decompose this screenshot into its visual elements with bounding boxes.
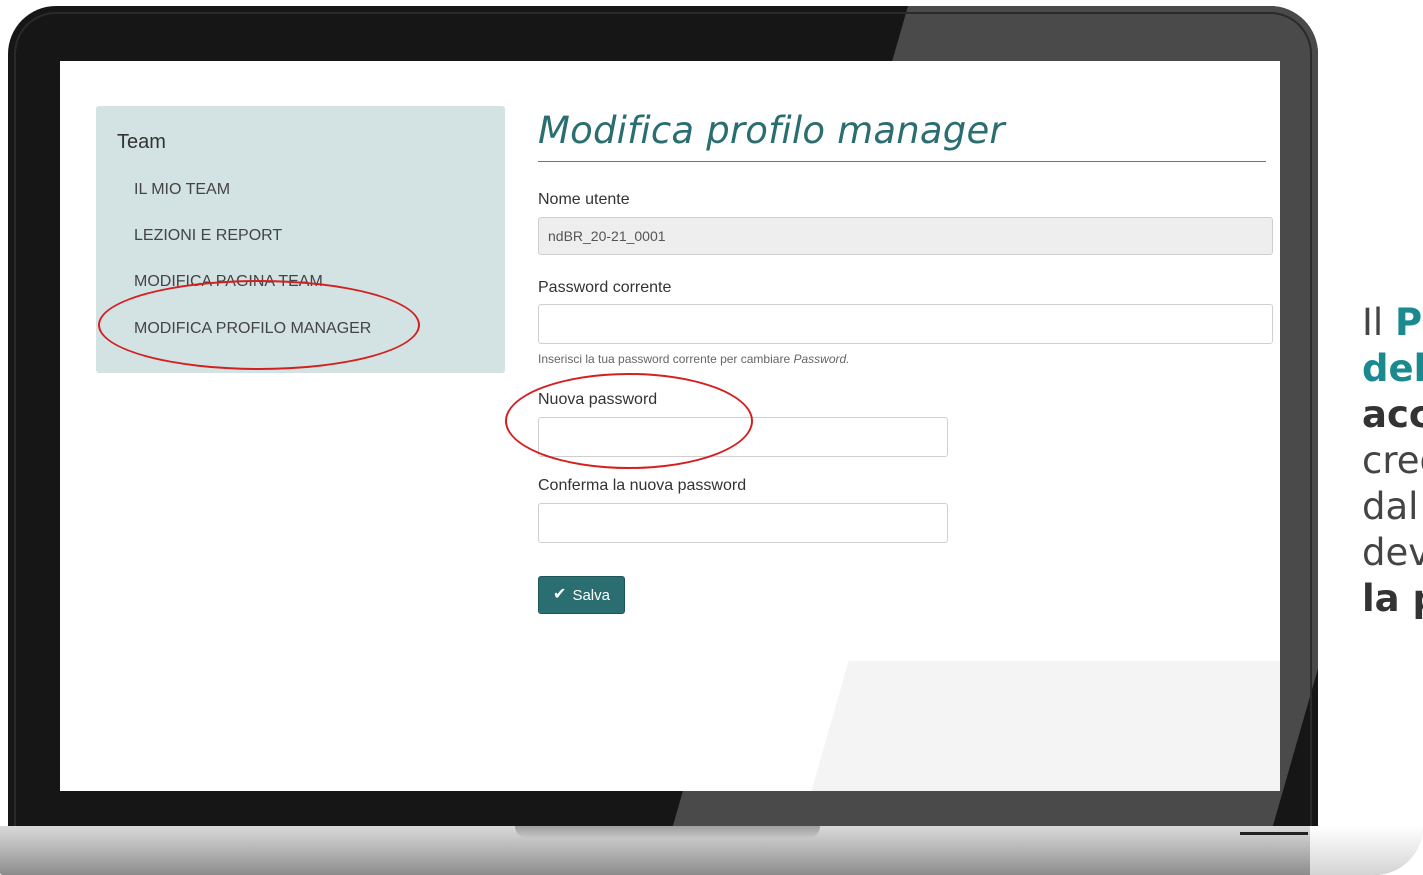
help-text: Inserisci la tua password corrente per c… — [538, 352, 791, 366]
caption-line-2: del — [1362, 347, 1423, 390]
laptop-base-corner — [1310, 826, 1423, 875]
sidebar-item-il-mio-team[interactable]: IL MIO TEAM — [134, 181, 230, 199]
laptop-base-notch — [515, 826, 820, 838]
sidebar-item-lezioni-e-report[interactable]: LEZIONI E REPORT — [134, 227, 282, 245]
username-label: Nome utente — [538, 191, 630, 208]
annotation-ellipse-new-password — [505, 373, 753, 469]
caption-line-1: Il Pr — [1362, 300, 1423, 346]
caption-line-4: cred — [1362, 439, 1423, 482]
sidebar-title: Team — [117, 131, 166, 153]
caption-line-7: la p — [1362, 577, 1423, 620]
caption-line-1-b: Pr — [1394, 301, 1423, 344]
current-password-help: Inserisci la tua password corrente per c… — [538, 352, 850, 366]
caption-line-6: dev — [1362, 531, 1423, 574]
current-password-field[interactable] — [538, 304, 1273, 344]
annotation-ellipse-sidebar — [98, 280, 420, 370]
save-button[interactable]: ✔ Salva — [538, 576, 625, 614]
check-icon: ✔ — [553, 586, 567, 603]
title-divider — [538, 161, 1266, 162]
caption-line-5: dal — [1362, 485, 1419, 528]
confirm-password-label: Conferma la nuova password — [538, 477, 747, 494]
save-button-label: Salva — [572, 586, 610, 604]
screen: Team IL MIO TEAM LEZIONI E REPORT MODIFI… — [60, 61, 1280, 791]
help-text-em: Password. — [793, 352, 850, 366]
caption: Il Pr del acc cred dal dev la p — [1362, 300, 1423, 622]
current-password-label: Password corrente — [538, 279, 672, 296]
confirm-password-field[interactable] — [538, 503, 948, 543]
screen-reflection — [791, 661, 1280, 791]
laptop-bezel: Team IL MIO TEAM LEZIONI E REPORT MODIFI… — [8, 6, 1318, 836]
username-field[interactable] — [538, 217, 1273, 255]
caption-line-3: acc — [1362, 393, 1423, 436]
page-title: Modifica profilo manager — [538, 109, 1005, 152]
laptop-base-line — [1240, 832, 1308, 835]
caption-line-1-a: Il — [1362, 301, 1395, 344]
